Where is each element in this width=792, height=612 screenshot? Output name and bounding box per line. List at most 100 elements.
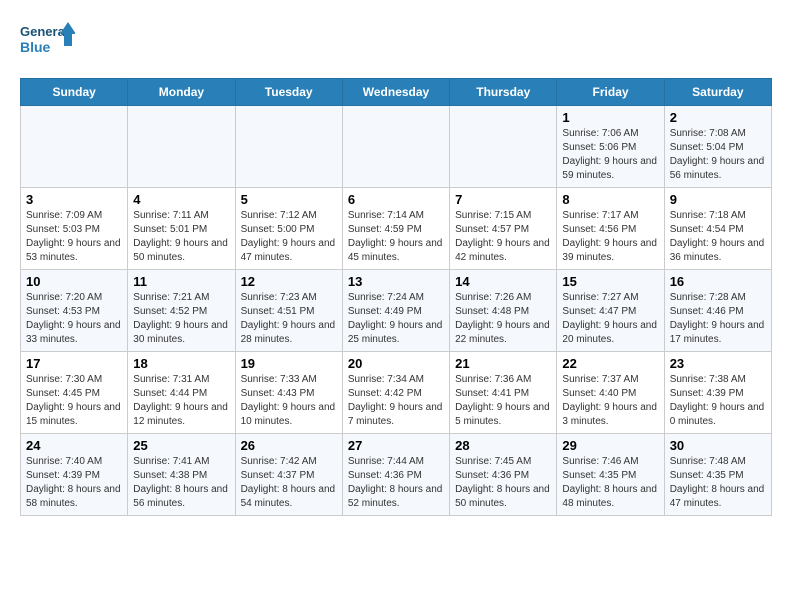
- day-cell: 22 Sunrise: 7:37 AMSunset: 4:40 PMDayligh…: [557, 352, 664, 434]
- calendar-table: SundayMondayTuesdayWednesdayThursdayFrid…: [20, 78, 772, 516]
- day-cell: 5 Sunrise: 7:12 AMSunset: 5:00 PMDaylight…: [235, 188, 342, 270]
- day-info: Sunrise: 7:11 AMSunset: 5:01 PMDaylight:…: [133, 209, 229, 265]
- day-info: Sunrise: 7:17 AMSunset: 4:56 PMDaylight:…: [562, 209, 658, 265]
- day-number: 25: [133, 438, 229, 453]
- day-number: 26: [241, 438, 337, 453]
- week-row-5: 24 Sunrise: 7:40 AMSunset: 4:39 PMDayligh…: [21, 434, 772, 516]
- week-row-4: 17 Sunrise: 7:30 AMSunset: 4:45 PMDayligh…: [21, 352, 772, 434]
- day-info: Sunrise: 7:18 AMSunset: 4:54 PMDaylight:…: [670, 209, 766, 265]
- header-thursday: Thursday: [450, 79, 557, 106]
- day-cell: 15Sunrise: 7:27 AMSunset: 4:47 PMDayligh…: [557, 270, 664, 352]
- day-info: Sunrise: 7:28 AMSunset: 4:46 PMDaylight:…: [670, 291, 766, 347]
- day-cell: 6Sunrise: 7:14 AMSunset: 4:59 PMDaylight…: [342, 188, 449, 270]
- day-info: Sunrise: 7:34 AMSunset: 4:42 PMDaylight:…: [348, 373, 444, 429]
- day-number: 18: [133, 356, 229, 371]
- day-number: 7: [455, 192, 551, 207]
- day-cell: 24 Sunrise: 7:40 AMSunset: 4:39 PMDayligh…: [21, 434, 128, 516]
- day-cell: 10 Sunrise: 7:20 AMSunset: 4:53 PMDayligh…: [21, 270, 128, 352]
- day-number: 28: [455, 438, 551, 453]
- day-cell: 4 Sunrise: 7:11 AMSunset: 5:01 PMDaylight…: [128, 188, 235, 270]
- header-sunday: Sunday: [21, 79, 128, 106]
- day-number: 23: [670, 356, 766, 371]
- day-number: 21: [455, 356, 551, 371]
- day-cell: 26Sunrise: 7:42 AMSunset: 4:37 PMDayligh…: [235, 434, 342, 516]
- day-info: Sunrise: 7:45 AMSunset: 4:36 PMDaylight:…: [455, 455, 551, 511]
- day-number: 27: [348, 438, 444, 453]
- day-number: 30: [670, 438, 766, 453]
- day-number: 10: [26, 274, 122, 289]
- day-info: Sunrise: 7:33 AMSunset: 4:43 PMDaylight:…: [241, 373, 337, 429]
- day-number: 14: [455, 274, 551, 289]
- day-cell: 25 Sunrise: 7:41 AMSunset: 4:38 PMDayligh…: [128, 434, 235, 516]
- day-cell: 23 Sunrise: 7:38 AMSunset: 4:39 PMDayligh…: [664, 352, 771, 434]
- day-cell: 2 Sunrise: 7:08 AMSunset: 5:04 PMDaylight…: [664, 106, 771, 188]
- header-tuesday: Tuesday: [235, 79, 342, 106]
- day-number: 11: [133, 274, 229, 289]
- day-info: Sunrise: 7:40 AMSunset: 4:39 PMDaylight:…: [26, 455, 122, 511]
- day-cell: 7 Sunrise: 7:15 AMSunset: 4:57 PMDaylight…: [450, 188, 557, 270]
- header-row: SundayMondayTuesdayWednesdayThursdayFrid…: [21, 79, 772, 106]
- day-cell: 30 Sunrise: 7:48 AMSunset: 4:35 PMDayligh…: [664, 434, 771, 516]
- week-row-1: 1Sunrise: 7:06 AMSunset: 5:06 PMDaylight…: [21, 106, 772, 188]
- day-cell: 28 Sunrise: 7:45 AMSunset: 4:36 PMDayligh…: [450, 434, 557, 516]
- day-cell: 9Sunrise: 7:18 AMSunset: 4:54 PMDaylight…: [664, 188, 771, 270]
- day-number: 20: [348, 356, 444, 371]
- day-cell: 8 Sunrise: 7:17 AMSunset: 4:56 PMDaylight…: [557, 188, 664, 270]
- day-number: 8: [562, 192, 658, 207]
- day-info: Sunrise: 7:12 AMSunset: 5:00 PMDaylight:…: [241, 209, 337, 265]
- day-number: 12: [241, 274, 337, 289]
- day-cell: [128, 106, 235, 188]
- day-info: Sunrise: 7:48 AMSunset: 4:35 PMDaylight:…: [670, 455, 766, 511]
- day-number: 24: [26, 438, 122, 453]
- day-cell: 29 Sunrise: 7:46 AMSunset: 4:35 PMDayligh…: [557, 434, 664, 516]
- day-number: 22: [562, 356, 658, 371]
- day-cell: [21, 106, 128, 188]
- day-cell: 21 Sunrise: 7:36 AMSunset: 4:41 PMDayligh…: [450, 352, 557, 434]
- day-number: 6: [348, 192, 444, 207]
- logo: General Blue: [20, 20, 75, 60]
- svg-text:Blue: Blue: [20, 39, 51, 55]
- day-number: 4: [133, 192, 229, 207]
- day-cell: 3 Sunrise: 7:09 AMSunset: 5:03 PMDaylight…: [21, 188, 128, 270]
- day-info: Sunrise: 7:26 AMSunset: 4:48 PMDaylight:…: [455, 291, 551, 347]
- day-info: Sunrise: 7:36 AMSunset: 4:41 PMDaylight:…: [455, 373, 551, 429]
- day-number: 17: [26, 356, 122, 371]
- day-number: 5: [241, 192, 337, 207]
- day-number: 2: [670, 110, 766, 125]
- day-info: Sunrise: 7:37 AMSunset: 4:40 PMDaylight:…: [562, 373, 658, 429]
- day-cell: 13 Sunrise: 7:24 AMSunset: 4:49 PMDayligh…: [342, 270, 449, 352]
- day-info: Sunrise: 7:38 AMSunset: 4:39 PMDaylight:…: [670, 373, 766, 429]
- day-info: Sunrise: 7:23 AMSunset: 4:51 PMDaylight:…: [241, 291, 337, 347]
- day-number: 29: [562, 438, 658, 453]
- day-info: Sunrise: 7:20 AMSunset: 4:53 PMDaylight:…: [26, 291, 122, 347]
- day-info: Sunrise: 7:31 AMSunset: 4:44 PMDaylight:…: [133, 373, 229, 429]
- day-info: Sunrise: 7:09 AMSunset: 5:03 PMDaylight:…: [26, 209, 122, 265]
- logo-svg: General Blue: [20, 20, 75, 60]
- day-number: 13: [348, 274, 444, 289]
- day-number: 3: [26, 192, 122, 207]
- day-info: Sunrise: 7:44 AMSunset: 4:36 PMDaylight:…: [348, 455, 444, 511]
- header-monday: Monday: [128, 79, 235, 106]
- day-cell: 19 Sunrise: 7:33 AMSunset: 4:43 PMDayligh…: [235, 352, 342, 434]
- day-number: 1: [562, 110, 658, 125]
- day-info: Sunrise: 7:21 AMSunset: 4:52 PMDaylight:…: [133, 291, 229, 347]
- header-friday: Friday: [557, 79, 664, 106]
- day-number: 19: [241, 356, 337, 371]
- day-info: Sunrise: 7:15 AMSunset: 4:57 PMDaylight:…: [455, 209, 551, 265]
- day-cell: 14 Sunrise: 7:26 AMSunset: 4:48 PMDayligh…: [450, 270, 557, 352]
- header-saturday: Saturday: [664, 79, 771, 106]
- day-cell: 12 Sunrise: 7:23 AMSunset: 4:51 PMDayligh…: [235, 270, 342, 352]
- day-info: Sunrise: 7:41 AMSunset: 4:38 PMDaylight:…: [133, 455, 229, 511]
- week-row-2: 3 Sunrise: 7:09 AMSunset: 5:03 PMDaylight…: [21, 188, 772, 270]
- day-info: Sunrise: 7:27 AMSunset: 4:47 PMDaylight:…: [562, 291, 658, 347]
- day-cell: 18 Sunrise: 7:31 AMSunset: 4:44 PMDayligh…: [128, 352, 235, 434]
- day-cell: 20 Sunrise: 7:34 AMSunset: 4:42 PMDayligh…: [342, 352, 449, 434]
- day-cell: 11 Sunrise: 7:21 AMSunset: 4:52 PMDayligh…: [128, 270, 235, 352]
- day-cell: 1Sunrise: 7:06 AMSunset: 5:06 PMDaylight…: [557, 106, 664, 188]
- day-cell: [342, 106, 449, 188]
- day-info: Sunrise: 7:08 AMSunset: 5:04 PMDaylight:…: [670, 127, 766, 183]
- day-info: Sunrise: 7:24 AMSunset: 4:49 PMDaylight:…: [348, 291, 444, 347]
- day-info: Sunrise: 7:30 AMSunset: 4:45 PMDaylight:…: [26, 373, 122, 429]
- day-cell: 16Sunrise: 7:28 AMSunset: 4:46 PMDayligh…: [664, 270, 771, 352]
- day-info: Sunrise: 7:46 AMSunset: 4:35 PMDaylight:…: [562, 455, 658, 511]
